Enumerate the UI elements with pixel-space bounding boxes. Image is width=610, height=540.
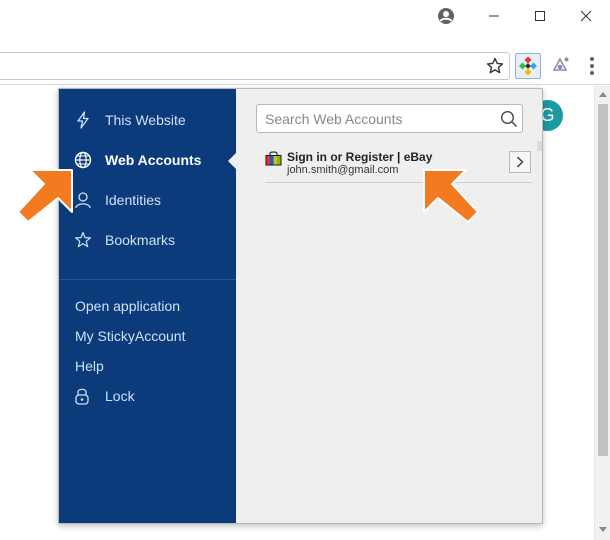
maximize-icon [535,11,545,21]
search-icon[interactable] [500,110,518,128]
nav-web-accounts[interactable]: Web Accounts [59,143,236,177]
page-scrollbar[interactable] [594,86,610,540]
shopping-bag-icon [265,151,282,166]
nav-identities[interactable]: Identities [59,183,236,217]
address-bar[interactable] [0,52,510,80]
bookmark-star-icon[interactable] [485,56,505,76]
lock-button[interactable]: Lock [59,385,236,409]
triangle-down-icon [599,527,607,532]
orange-pointer-arrow-icon [423,169,479,223]
account-email: john.smith@gmail.com [287,164,399,176]
extension-puzzle-icon[interactable] [549,55,571,77]
nav-label: This Website [105,112,186,128]
stickyaccount-extension-button[interactable] [515,53,541,79]
search-input[interactable] [265,109,485,129]
lock-label: Lock [105,388,135,404]
star-icon [75,231,91,248]
stickyaccount-popup: This Website Web Accounts Identities Boo… [58,88,543,524]
popup-scroll-indicator [537,141,542,151]
nav-label: Web Accounts [105,152,202,168]
search-web-accounts-box[interactable] [256,104,523,133]
active-nav-pointer [228,152,237,170]
lightning-icon [77,111,89,129]
help-link[interactable]: Help [75,358,104,374]
nav-this-website[interactable]: This Website [59,103,236,137]
menu-dot-icon [590,71,594,75]
account-circle-icon[interactable] [437,7,455,25]
menu-dot-icon [590,64,594,68]
popup-sidebar: This Website Web Accounts Identities Boo… [59,89,236,523]
account-list-item[interactable]: Sign in or Register | eBay john.smith@gm… [265,147,532,183]
scroll-down-button[interactable] [595,522,610,538]
open-application-link[interactable]: Open application [75,298,180,314]
browser-window: G This Website Web Accounts Identities B… [0,0,610,540]
maximize-button[interactable] [517,0,563,32]
browser-toolbar [0,47,610,85]
title-bar [0,0,610,32]
menu-dot-icon [590,57,594,61]
close-button[interactable] [563,0,609,32]
stickyaccount-logo-icon [519,57,537,75]
triangle-up-icon [599,92,607,97]
close-icon [580,10,592,22]
chevron-right-icon [517,156,524,168]
scroll-thumb[interactable] [598,104,608,456]
scroll-up-button[interactable] [595,86,610,102]
browser-menu-button[interactable] [584,55,600,77]
lock-icon [75,388,89,405]
nav-bookmarks[interactable]: Bookmarks [59,223,236,257]
nav-label: Bookmarks [105,232,176,248]
account-open-button[interactable] [509,151,531,173]
minimize-button[interactable] [471,0,517,32]
minimize-icon [489,15,499,17]
my-stickyaccount-link[interactable]: My StickyAccount [75,328,185,344]
orange-pointer-arrow-icon [17,169,73,223]
sidebar-divider [59,279,236,280]
nav-label: Identities [105,192,162,208]
account-title: Sign in or Register | eBay [287,150,433,164]
